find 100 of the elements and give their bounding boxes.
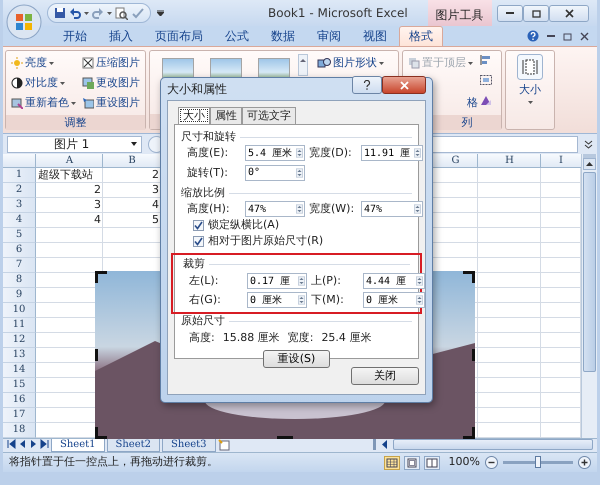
close-icon[interactable] xyxy=(580,32,589,40)
section-heading: 原始尺寸 xyxy=(181,313,225,330)
zoom-level[interactable]: 100% xyxy=(448,454,480,471)
crop-handle[interactable] xyxy=(472,271,475,283)
ribbon-tab[interactable]: 公式 xyxy=(215,26,259,46)
row-header[interactable]: 11 xyxy=(3,318,36,333)
minimize-button[interactable] xyxy=(497,4,523,22)
ribbon-button[interactable]: 重新着色 xyxy=(10,94,77,112)
ribbon-tab[interactable]: 格式 xyxy=(399,26,443,46)
ribbon-button[interactable]: 对比度 xyxy=(10,74,77,92)
zoom-slider-thumb[interactable] xyxy=(535,456,541,468)
picture-shape-button[interactable]: 图片形状 xyxy=(316,54,385,72)
help-button[interactable] xyxy=(352,76,382,94)
gallery-scroll-icon[interactable] xyxy=(298,54,308,76)
scroll-up-icon[interactable] xyxy=(583,158,596,170)
row-header[interactable]: 9 xyxy=(3,288,36,303)
next-sheet-button[interactable] xyxy=(29,439,38,450)
first-sheet-button[interactable] xyxy=(7,439,16,450)
restore-icon[interactable] xyxy=(563,32,572,40)
ribbon-button[interactable]: 格 xyxy=(466,94,479,112)
scroll-left-icon[interactable] xyxy=(380,439,389,450)
row-header[interactable]: 10 xyxy=(3,303,36,318)
row-header[interactable]: 18 xyxy=(3,423,36,438)
zoom-out-button[interactable] xyxy=(485,456,498,469)
scroll-thumb[interactable] xyxy=(583,172,596,372)
insert-sheet-icon[interactable] xyxy=(218,439,232,451)
column-header[interactable]: H xyxy=(478,154,541,168)
row-header[interactable]: 14 xyxy=(3,363,36,378)
help-icon[interactable] xyxy=(527,30,539,42)
split-handle-icon[interactable] xyxy=(583,154,596,158)
row-header[interactable]: 5 xyxy=(3,228,36,243)
page-layout-view-button[interactable] xyxy=(404,456,420,470)
row-header[interactable]: 15 xyxy=(3,378,36,393)
normal-view-button[interactable] xyxy=(384,456,400,470)
row-header[interactable]: 13 xyxy=(3,348,36,363)
page-break-view-button[interactable] xyxy=(424,456,440,470)
checkbox[interactable] xyxy=(193,220,204,231)
context-tab-label: 图片工具 xyxy=(428,0,492,26)
checkbox-label[interactable]: 锁定纵横比(A) xyxy=(208,217,280,234)
row-header[interactable]: 3 xyxy=(3,198,36,213)
row-header[interactable]: 17 xyxy=(3,408,36,423)
restore-button[interactable] xyxy=(523,4,549,22)
crop-handle[interactable] xyxy=(472,427,475,439)
expand-icon[interactable] xyxy=(584,140,593,148)
last-sheet-button[interactable] xyxy=(40,439,49,450)
sheet-tab[interactable]: Sheet2 xyxy=(106,439,160,452)
dialog-close-button[interactable] xyxy=(382,76,426,94)
row-header[interactable]: 8 xyxy=(3,273,36,288)
align-icon[interactable] xyxy=(479,54,493,66)
horizontal-scroll-thumb[interactable] xyxy=(393,439,593,450)
column-header[interactable]: G xyxy=(433,154,478,168)
redo-icon[interactable] xyxy=(92,7,104,19)
ribbon-tab[interactable]: 页面布局 xyxy=(145,26,213,46)
dialog-tab[interactable]: 大小 xyxy=(178,107,210,124)
crop-handle[interactable] xyxy=(95,427,98,439)
close-button[interactable] xyxy=(549,4,589,22)
ribbon-tab[interactable]: 数据 xyxy=(261,26,305,46)
ribbon-tab[interactable]: 开始 xyxy=(53,26,97,46)
crop-handle[interactable] xyxy=(95,349,98,361)
undo-icon[interactable] xyxy=(69,7,81,19)
column-header[interactable]: I xyxy=(541,154,581,168)
prev-sheet-button[interactable] xyxy=(18,439,27,450)
ribbon-tab[interactable]: 审阅 xyxy=(307,26,351,46)
caret-icon xyxy=(379,62,384,64)
row-header[interactable]: 2 xyxy=(3,183,36,198)
crop-handle[interactable] xyxy=(277,436,293,439)
field-label: 高度(E): xyxy=(187,145,230,161)
row-header[interactable]: 16 xyxy=(3,393,36,408)
dialog-tab[interactable]: 属性 xyxy=(210,107,242,124)
ribbon-button[interactable]: 压缩图片 xyxy=(81,54,141,72)
column-header[interactable]: B xyxy=(103,154,161,168)
row-header[interactable]: 12 xyxy=(3,333,36,348)
ribbon-tab[interactable]: 视图 xyxy=(353,26,397,46)
print-preview-icon[interactable] xyxy=(115,6,128,20)
split-handle-icon[interactable] xyxy=(373,439,376,450)
caret-icon xyxy=(60,82,65,84)
ribbon-button[interactable]: 更改图片 xyxy=(81,74,141,92)
row-header[interactable]: 6 xyxy=(3,243,36,258)
row-header[interactable]: 1 xyxy=(3,168,36,183)
crop-handle[interactable] xyxy=(472,349,475,361)
dialog-tab[interactable]: 可选文字 xyxy=(242,107,296,124)
ribbon-button[interactable]: 亮度 xyxy=(10,54,77,72)
zoom-in-button[interactable] xyxy=(578,456,591,469)
reset-button[interactable]: 重设(S) xyxy=(262,350,330,368)
ribbon-tab[interactable]: 插入 xyxy=(99,26,143,46)
close-dialog-button[interactable]: 关闭 xyxy=(351,367,419,385)
rotate-icon[interactable] xyxy=(479,94,493,106)
sheet-tab[interactable]: Sheet1 xyxy=(51,439,105,452)
checkbox[interactable] xyxy=(193,236,204,247)
crop-handle[interactable] xyxy=(95,271,98,283)
name-box[interactable]: 图片 1 xyxy=(7,136,142,152)
column-header[interactable]: A xyxy=(36,154,103,168)
group-icon[interactable] xyxy=(479,74,493,86)
row-header[interactable]: 7 xyxy=(3,258,36,273)
row-header[interactable]: 4 xyxy=(3,213,36,228)
save-icon[interactable] xyxy=(54,7,66,19)
checkbox-label[interactable]: 相对于图片原始尺寸(R) xyxy=(208,233,324,250)
ribbon-button[interactable]: 重设图片 xyxy=(81,94,141,112)
customize-caret-icon[interactable] xyxy=(157,10,164,16)
sheet-tab[interactable]: Sheet3 xyxy=(162,439,216,452)
